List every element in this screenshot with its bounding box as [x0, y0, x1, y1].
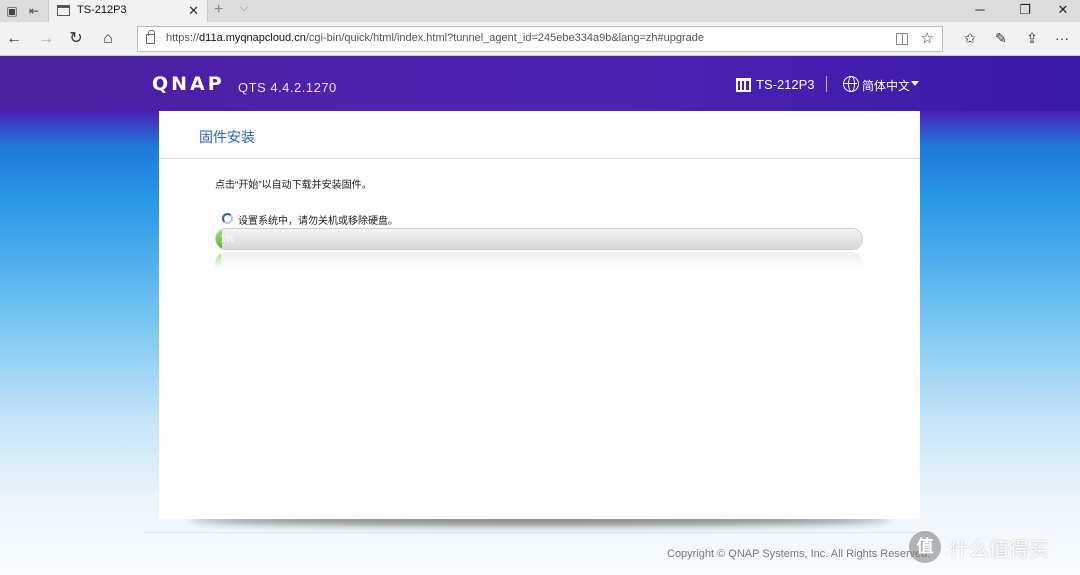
refresh-button[interactable]: ↻ — [66, 30, 86, 50]
tab-list-chevron-icon[interactable]: ⌵ — [240, 2, 248, 15]
device-name: TS-212P3 — [756, 77, 815, 92]
title-divider — [159, 158, 920, 159]
copyright-text: Copyright © QNAP Systems, Inc. All Right… — [667, 548, 931, 560]
favorites-hub-icon[interactable]: ✩ — [960, 30, 980, 47]
watermark-logo: 值 — [909, 531, 941, 563]
browser-tab-bar: ▣ ⇤ TS-212P3 ✕ + ⌵ ─ ❐ ✕ — [0, 0, 1080, 22]
page-viewport: QNAP QTS 4.4.2.1270 TS-212P3 简体中文 固件安装 点… — [0, 56, 1080, 575]
progress-reflection — [215, 252, 863, 268]
reading-view-icon[interactable] — [896, 33, 908, 45]
nas-device-icon — [736, 78, 751, 92]
globe-icon[interactable] — [843, 76, 859, 92]
page-icon — [57, 5, 70, 16]
firmware-version: QTS 4.4.2.1270 — [238, 80, 337, 95]
more-icon[interactable]: ··· — [1052, 30, 1072, 46]
back-button[interactable]: ← — [4, 30, 24, 50]
url-text[interactable]: https://d11a.myqnapcloud.cn/cgi-bin/quic… — [166, 32, 704, 44]
share-icon[interactable]: ⇪ — [1022, 30, 1042, 47]
language-selector[interactable]: 简体中文 — [862, 77, 910, 94]
progress-label: 1% — [220, 234, 235, 245]
address-bar[interactable]: https://d11a.myqnapcloud.cn/cgi-bin/quic… — [137, 26, 943, 52]
loading-spinner-icon — [222, 213, 233, 224]
tab-title: TS-212P3 — [77, 4, 127, 16]
status-message: 设置系统中，请勿关机或移除硬盘。 — [238, 216, 398, 227]
close-window-icon[interactable]: ✕ — [1048, 2, 1078, 18]
footer-divider — [143, 532, 933, 533]
qnap-header: QNAP QTS 4.4.2.1270 TS-212P3 简体中文 — [0, 56, 1080, 111]
pen-icon[interactable]: ✎ — [991, 30, 1011, 47]
new-tab-button[interactable]: + — [214, 1, 223, 19]
panel-title: 固件安装 — [199, 129, 255, 145]
browser-tab[interactable]: TS-212P3 ✕ — [48, 0, 208, 22]
instruction-text: 点击“开始”以自动下载并安装固件。 — [215, 180, 372, 191]
minimize-icon[interactable]: ─ — [965, 2, 995, 17]
progress-bar: 1% — [215, 228, 863, 250]
progress-reflection-fill — [215, 252, 222, 268]
lock-icon[interactable] — [146, 30, 155, 44]
close-tab-icon[interactable]: ✕ — [188, 3, 199, 19]
chevron-down-icon[interactable] — [911, 81, 919, 86]
watermark-text: 什么值得买 — [949, 539, 1049, 561]
home-button[interactable]: ⌂ — [98, 30, 118, 50]
set-aside-tabs-icon[interactable]: ⇤ — [26, 3, 42, 19]
star-icon[interactable]: ☆ — [921, 29, 934, 47]
tab-actions-icon[interactable]: ▣ — [4, 3, 20, 19]
qnap-logo: QNAP — [152, 73, 225, 95]
forward-button[interactable]: → — [36, 30, 56, 50]
address-toolbar: ← → ↻ ⌂ https://d11a.myqnapcloud.cn/cgi-… — [0, 22, 1080, 56]
firmware-install-panel: 固件安装 点击“开始”以自动下载并安装固件。 设置系统中，请勿关机或移除硬盘。 … — [159, 111, 920, 519]
restore-icon[interactable]: ❐ — [1010, 2, 1040, 18]
header-divider — [826, 76, 827, 92]
